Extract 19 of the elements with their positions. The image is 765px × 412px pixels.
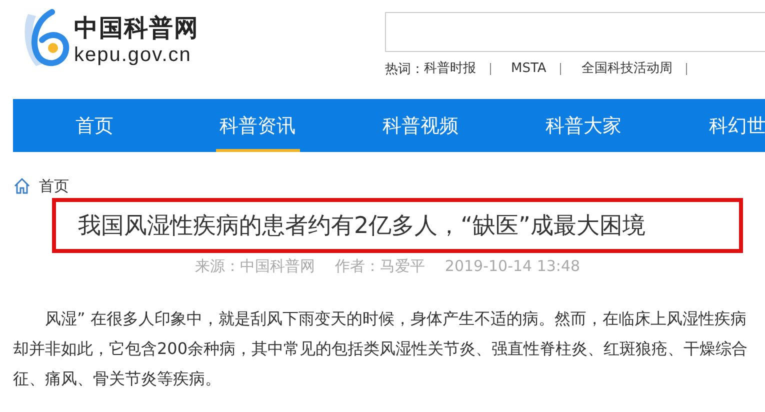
site-name: 中国科普网: [74, 14, 199, 42]
nav-tab[interactable]: 科普资讯: [216, 99, 300, 152]
publish-date: 2019-10-14 13:48: [444, 257, 580, 276]
breadcrumb-link[interactable]: 首页: [39, 176, 69, 196]
nav-tab[interactable]: 科幻世: [705, 99, 765, 152]
nav-tab[interactable]: 科普大家: [542, 99, 626, 152]
nav-tab[interactable]: 首页: [72, 99, 118, 152]
home-icon: [13, 177, 31, 195]
author-label: 作者：马爱平: [334, 257, 425, 276]
hot-word-link[interactable]: 全国科技活动周: [561, 63, 688, 75]
source-label: 来源：中国科普网: [194, 257, 315, 276]
site-domain: kepu.gov.cn: [74, 43, 192, 68]
article-title: 我国风湿性疾病的患者约有2亿多人，“缺医”成最大困境: [52, 198, 743, 253]
article-paragraph: 风湿” 在很多人印象中，就是刮风下雨变天的时候，身体产生不适的病。然而，在临床上风湿性疾病却并非如此，它包含200余种病，其中常见的包括类风湿性关节炎、强直性脊柱炎、红斑狼疮、干燥综合征、痛风、骨关节炎等疾病。: [13, 308, 749, 390]
hot-word-link[interactable]: MSTA: [491, 63, 562, 75]
hot-words-label: 热词：: [385, 61, 424, 78]
nav-tab[interactable]: 科普视频: [378, 99, 462, 152]
search-field[interactable]: [385, 12, 765, 52]
hot-word-link[interactable]: 科普时报: [424, 63, 491, 75]
